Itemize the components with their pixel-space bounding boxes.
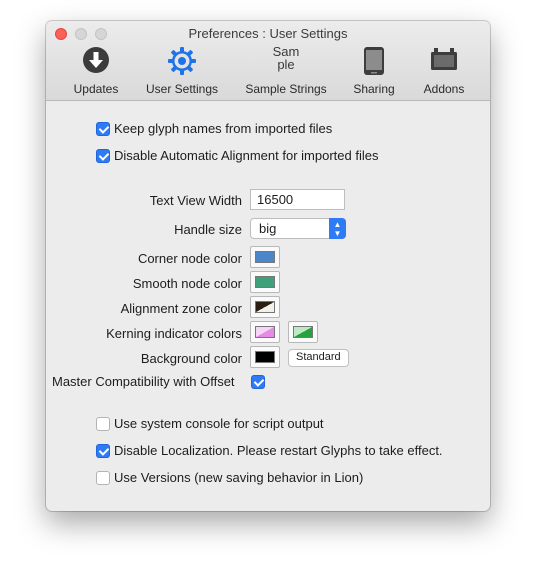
- title-bar: Preferences : User Settings Updates User…: [46, 21, 490, 101]
- background-color-label: Background color: [140, 351, 242, 366]
- background-color-swatch: [255, 351, 275, 363]
- toolbar-user-settings[interactable]: User Settings: [142, 46, 222, 98]
- master-compatibility-label: Master Compatibility with Offset: [52, 374, 235, 389]
- smooth-node-color-label: Smooth node color: [132, 276, 242, 291]
- system-console-checkbox[interactable]: [96, 417, 110, 431]
- toolbar-addons[interactable]: Addons: [416, 46, 472, 98]
- handle-size-label: Handle size: [174, 222, 242, 237]
- kerning-indicator-colors-label: Kerning indicator colors: [106, 326, 242, 341]
- use-versions-label: Use Versions (new saving behavior in Lio…: [114, 470, 364, 485]
- toolbar-user-settings-label: User Settings: [145, 82, 219, 96]
- sample-text-icon: Sam ple: [272, 44, 300, 72]
- preferences-window: Preferences : User Settings Updates User…: [46, 21, 490, 511]
- alignment-zone-color-swatch: [255, 301, 275, 313]
- kerning-indicator-color-well-2[interactable]: [288, 321, 318, 343]
- standard-button[interactable]: Standard: [288, 349, 349, 367]
- smooth-node-color-well[interactable]: [250, 271, 280, 293]
- smooth-node-color-swatch: [255, 276, 275, 288]
- handle-size-value: big: [259, 221, 277, 236]
- master-compatibility-checkbox[interactable]: [251, 375, 265, 389]
- toolbar-sample-strings[interactable]: Sam ple Sample Strings: [242, 44, 330, 98]
- text-view-width-label: Text View Width: [149, 193, 242, 208]
- disable-alignment-label: Disable Automatic Alignment for imported…: [114, 148, 379, 163]
- gear-icon: [168, 47, 196, 75]
- toolbar-updates-label: Updates: [73, 82, 119, 96]
- disable-localization-checkbox[interactable]: [96, 444, 110, 458]
- phone-device-icon: [364, 47, 384, 75]
- toolbar-sharing[interactable]: Sharing: [348, 46, 400, 98]
- toolbar-sample-strings-label: Sample Strings: [245, 82, 327, 96]
- alignment-zone-color-label: Alignment zone color: [120, 301, 242, 316]
- kerning-indicator-color-well-1[interactable]: [250, 321, 280, 343]
- toolbar-sharing-label: Sharing: [353, 82, 395, 96]
- download-icon: [83, 47, 109, 73]
- package-box-icon: [431, 48, 457, 70]
- keep-glyph-names-label: Keep glyph names from imported files: [114, 121, 333, 136]
- disable-alignment-checkbox[interactable]: [96, 149, 110, 163]
- corner-node-color-swatch: [255, 251, 275, 263]
- alignment-zone-color-well[interactable]: [250, 296, 280, 318]
- background-color-well[interactable]: [250, 346, 280, 368]
- text-view-width-field[interactable]: 16500: [250, 189, 345, 210]
- use-versions-checkbox[interactable]: [96, 471, 110, 485]
- kerning-indicator-color-swatch-2: [293, 326, 313, 338]
- toolbar-addons-label: Addons: [423, 82, 465, 96]
- handle-size-popup[interactable]: big ▲ ▼: [250, 218, 346, 239]
- settings-panel: Keep glyph names from imported files Dis…: [46, 101, 490, 511]
- disable-localization-label: Disable Localization. Please restart Gly…: [114, 443, 443, 458]
- chevron-updown-icon: ▲ ▼: [329, 218, 346, 239]
- corner-node-color-well[interactable]: [250, 246, 280, 268]
- system-console-label: Use system console for script output: [114, 416, 324, 431]
- window-title: Preferences : User Settings: [188, 26, 348, 41]
- corner-node-color-label: Corner node color: [137, 251, 242, 266]
- keep-glyph-names-checkbox[interactable]: [96, 122, 110, 136]
- kerning-indicator-color-swatch-1: [255, 326, 275, 338]
- toolbar-updates[interactable]: Updates: [68, 46, 124, 98]
